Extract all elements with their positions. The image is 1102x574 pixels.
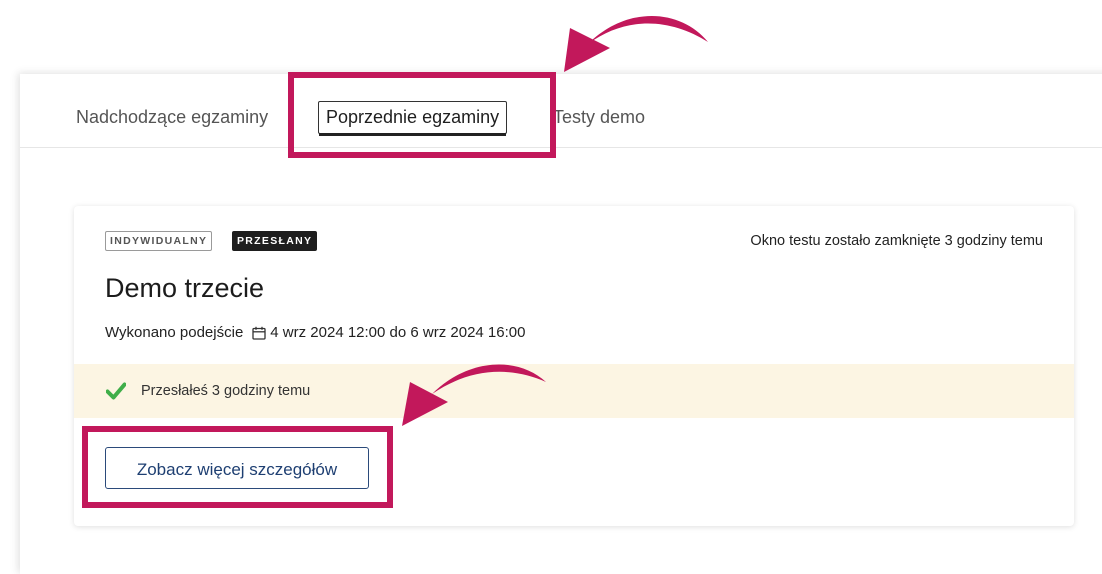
curved-arrow-icon <box>564 16 708 72</box>
tab-previous-exams[interactable]: Poprzednie egzaminy <box>318 101 508 136</box>
tab-upcoming-exams[interactable]: Nadchodzące egzaminy <box>76 74 268 147</box>
exams-panel: Nadchodzące egzaminy Poprzednie egzaminy… <box>20 74 1102 574</box>
test-window-status: Okno testu zostało zamknięte 3 godziny t… <box>750 233 1043 249</box>
exam-card: INDYWIDUALNY PRZESŁANY Okno testu został… <box>74 206 1074 526</box>
individual-badge: INDYWIDUALNY <box>105 231 213 251</box>
submission-notice-text: Przesłałeś 3 godziny temu <box>141 383 311 399</box>
calendar-icon <box>252 326 266 340</box>
exam-tabs: Nadchodzące egzaminy Poprzednie egzaminy… <box>20 74 1102 148</box>
attempt-info: Wykonano podejście 4 wrz 2024 12:00 do 6… <box>105 322 525 344</box>
attempt-date-range: 4 wrz 2024 12:00 do 6 wrz 2024 16:00 <box>270 324 526 341</box>
submission-notice: Przesłałeś 3 godziny temu <box>74 364 1074 418</box>
exam-title: Demo trzecie <box>105 273 265 303</box>
tab-demo-tests[interactable]: Testy demo <box>553 74 645 147</box>
view-details-button[interactable]: Zobacz więcej szczegółów <box>105 447 369 489</box>
submitted-badge: PRZESŁANY <box>232 231 318 251</box>
attempt-label: Wykonano podejście <box>105 324 244 341</box>
check-icon <box>106 382 126 400</box>
